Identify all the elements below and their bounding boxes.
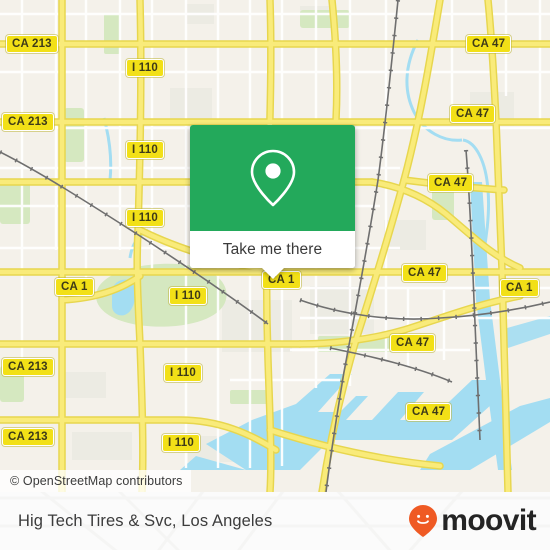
road-shield: CA 213 (2, 358, 54, 376)
road-shield: CA 47 (450, 105, 496, 123)
moovit-brand: moovit (408, 504, 537, 538)
road-shield: CA 47 (402, 264, 448, 282)
road-shield: CA 1 (500, 279, 539, 297)
moovit-wordmark: moovit (441, 504, 536, 537)
road-shield: CA 47 (406, 403, 452, 421)
take-me-there-button[interactable]: Take me there (190, 231, 355, 268)
location-pin-icon (250, 149, 295, 207)
take-me-there-label: Take me there (222, 240, 323, 258)
map-screen: CA 213 I 110 CA 47 CA 213 CA 47 I 110 CA 47 I 1… (0, 0, 550, 550)
road-shield: I 110 (126, 209, 164, 227)
road-shield: CA 47 (466, 35, 512, 53)
road-shield: I 110 (162, 434, 200, 452)
road-shield: CA 1 (55, 278, 94, 296)
road-shield: CA 213 (2, 428, 54, 446)
moovit-smiley-pin-icon (409, 505, 438, 537)
road-shield: I 110 (126, 141, 164, 159)
map-canvas[interactable]: CA 213 I 110 CA 47 CA 213 CA 47 I 110 CA 47 I 1… (0, 0, 550, 492)
road-shield: I 110 (169, 287, 207, 305)
map-attribution: © OpenStreetMap contributors (0, 470, 191, 492)
popup-pointer (260, 267, 285, 279)
place-name-label: Hig Tech Tires & Svc, Los Angeles (18, 511, 273, 530)
road-shield: CA 213 (6, 35, 58, 53)
road-shield: I 110 (164, 364, 202, 382)
road-shield: I 110 (126, 59, 164, 77)
bottom-info-bar: Hig Tech Tires & Svc, Los Angeles moovit (0, 492, 550, 550)
road-shield: CA 47 (390, 334, 436, 352)
road-shield: CA 213 (2, 113, 54, 131)
popup-image-area (190, 125, 355, 231)
location-popup-card[interactable]: Take me there (190, 125, 355, 279)
road-shield: CA 47 (428, 174, 474, 192)
